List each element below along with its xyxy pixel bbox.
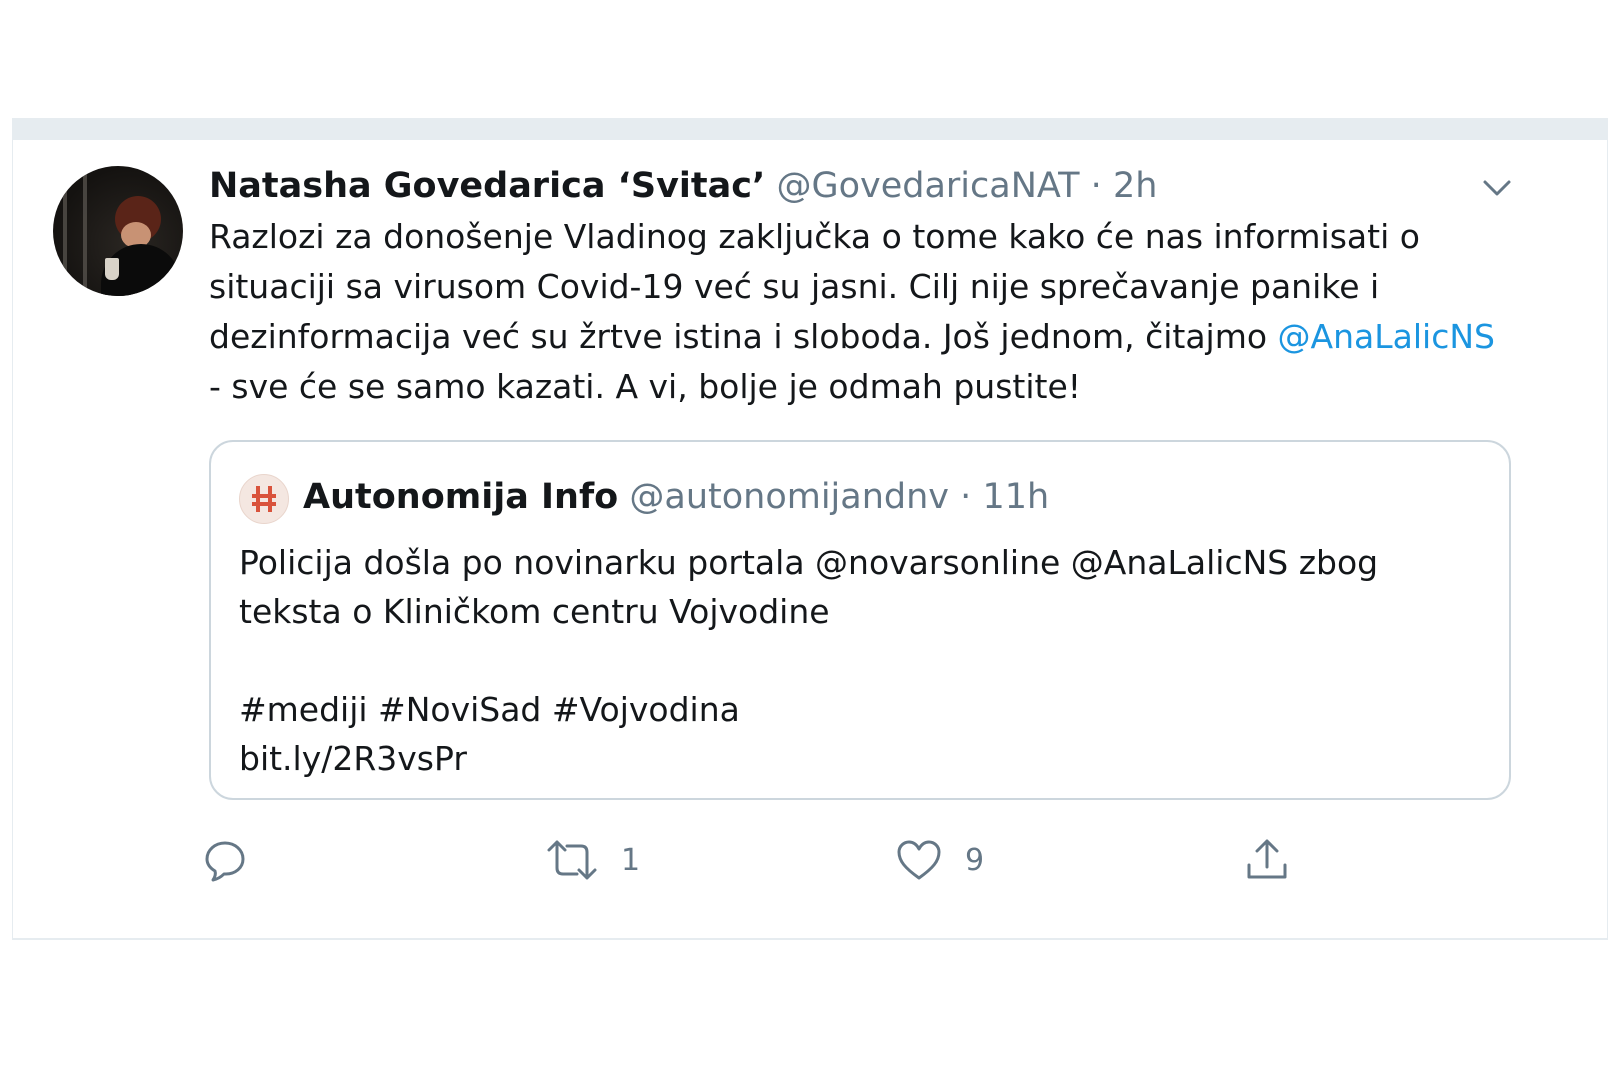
- retweet-count: 1: [621, 842, 641, 878]
- quoted-tweet-text: Policija došla po novinarku portala @nov…: [239, 538, 1489, 783]
- chevron-down-icon[interactable]: [1477, 168, 1517, 208]
- tweet-header: Natasha Govedarica ‘Svitac’ @GovedaricaN…: [209, 164, 1509, 208]
- tweet-card[interactable]: Natasha Govedarica ‘Svitac’ @GovedaricaN…: [12, 140, 1608, 940]
- author-avatar[interactable]: [53, 166, 183, 296]
- quoted-author-display-name: Autonomija Info: [303, 477, 619, 517]
- author-display-name[interactable]: Natasha Govedarica ‘Svitac’: [209, 166, 765, 206]
- quoted-tweet-timestamp: 11h: [982, 477, 1050, 517]
- quoted-header-separator: ·: [960, 477, 972, 517]
- tweet-card-bottom-border: [12, 938, 1608, 940]
- quoted-author-avatar: [239, 474, 289, 524]
- author-handle[interactable]: @GovedaricaNAT: [776, 166, 1079, 206]
- retweet-icon[interactable]: [545, 838, 599, 882]
- retweet-button[interactable]: 1: [545, 830, 640, 890]
- quoted-hashtags: #mediji #NoviSad #Vojvodina: [239, 690, 740, 729]
- tweet-text-part: Razlozi za donošenje Vladinog zaključka …: [209, 217, 1420, 356]
- quoted-text-gap: [239, 636, 1489, 685]
- header-separator: ·: [1090, 166, 1102, 206]
- quoted-tweet-header: Autonomija Info @autonomijandnv · 11h: [303, 474, 1049, 520]
- reply-icon[interactable]: [203, 838, 247, 882]
- quoted-tweet[interactable]: Autonomija Info @autonomijandnv · 11h Po…: [209, 440, 1511, 800]
- like-button[interactable]: 9: [895, 830, 984, 890]
- mention-link[interactable]: @AnaLalicNS: [1278, 317, 1495, 356]
- tweet-text-part: - sve će se samo kazati. A vi, bolje je …: [209, 367, 1081, 406]
- tweet-actions: 1 9: [13, 830, 1607, 890]
- quoted-link: bit.ly/2R3vsPr: [239, 739, 467, 778]
- quoted-text-line: Policija došla po novinarku portala @nov…: [239, 543, 1379, 631]
- avatar-background-stripe: [63, 166, 67, 296]
- timeline-separator-band: [12, 118, 1608, 140]
- share-icon[interactable]: [1243, 837, 1291, 883]
- tweet-text: Razlozi za donošenje Vladinog zaključka …: [209, 212, 1499, 412]
- reply-button[interactable]: [203, 830, 247, 890]
- share-button[interactable]: [1243, 830, 1291, 890]
- avatar-background-stripe: [83, 166, 87, 296]
- avatar-glass: [105, 258, 119, 280]
- heart-icon[interactable]: [895, 838, 943, 882]
- quoted-author-handle: @autonomijandnv: [629, 477, 950, 517]
- like-count: 9: [965, 842, 985, 878]
- tweet-body: Natasha Govedarica ‘Svitac’ @GovedaricaN…: [209, 164, 1509, 412]
- tweet-timestamp[interactable]: 2h: [1113, 166, 1157, 206]
